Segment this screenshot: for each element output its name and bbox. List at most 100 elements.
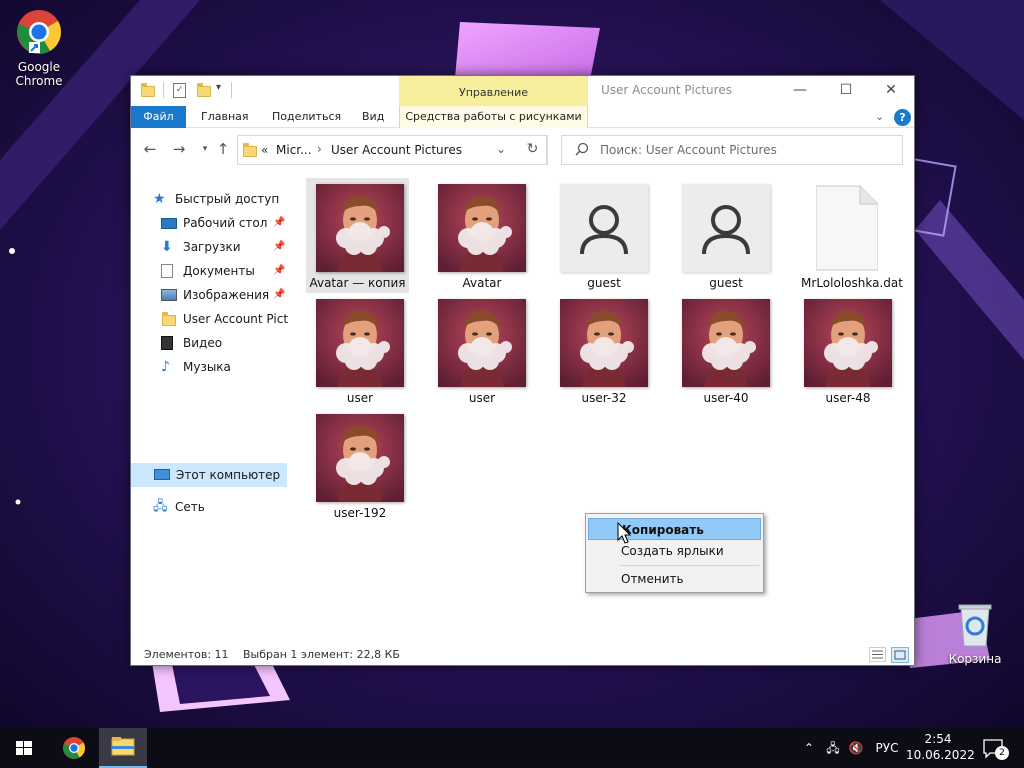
sidebar-item-label: Рабочий стол [183, 216, 268, 230]
search-input[interactable] [600, 141, 890, 159]
action-center-icon[interactable]: 2 [976, 728, 1014, 768]
file-name: Avatar [462, 276, 502, 290]
breadcrumb-current[interactable]: User Account Pictures [331, 143, 462, 157]
item-count: Элементов: 11 [144, 648, 229, 661]
details-view-icon[interactable] [869, 647, 886, 662]
music-icon: ♪ [161, 359, 170, 375]
file-item[interactable]: MrLololoshka.dat [794, 178, 910, 293]
pin-icon: 📌 [273, 241, 286, 252]
breadcrumb-segment[interactable]: Micr... [276, 143, 312, 157]
file-name: user-192 [333, 506, 387, 520]
large-icons-view-icon[interactable] [891, 647, 909, 663]
properties-icon[interactable]: ✓ [173, 83, 186, 98]
avatar-thumbnail [316, 414, 404, 502]
address-bar[interactable]: « Micr... › User Account Pictures ⌄ [237, 135, 548, 165]
file-item[interactable]: Avatar — копия [306, 178, 409, 293]
sidebar-item-label: Видео [183, 336, 223, 350]
notification-count: 2 [995, 746, 1009, 760]
start-button[interactable] [0, 728, 48, 768]
menu-item-cancel[interactable]: Отменить [588, 568, 761, 590]
file-item[interactable]: user-40 [672, 293, 790, 408]
file-item[interactable]: user [306, 293, 424, 408]
network-icon[interactable]: 🖧 [822, 728, 844, 768]
generic-file-icon [816, 184, 878, 272]
file-name: user-40 [703, 391, 749, 405]
user-silhouette-icon [580, 205, 628, 255]
windows-logo-icon [16, 741, 32, 755]
avatar-thumbnail [682, 299, 770, 387]
pin-icon: 📌 [273, 217, 286, 228]
pin-icon: 📌 [273, 265, 286, 276]
file-item[interactable]: guest [550, 178, 668, 293]
sidebar-item-this-pc[interactable]: Этот компьютер [131, 463, 287, 487]
file-item[interactable]: guest [672, 178, 790, 293]
guest-thumbnail [560, 184, 648, 272]
back-arrow-icon[interactable]: ← [140, 140, 160, 160]
tab-picture-tools[interactable]: Средства работы с рисунками [399, 106, 588, 128]
help-icon[interactable]: ? [894, 109, 911, 126]
avatar-thumbnail [316, 299, 404, 387]
sidebar-item-user-account-pictures[interactable]: User Account Pictur [161, 307, 289, 331]
file-item[interactable]: Avatar [428, 178, 546, 293]
user-silhouette-icon [702, 205, 750, 255]
sidebar-item-label: User Account Pictur [183, 312, 289, 326]
show-hidden-icons-icon[interactable]: ⌃ [796, 728, 822, 768]
customize-qat-icon[interactable]: ▾ [216, 82, 221, 93]
refresh-icon[interactable]: ↻ [519, 135, 547, 165]
file-name: user [468, 391, 496, 405]
up-arrow-icon[interactable]: ↑ [213, 140, 233, 160]
tab-share[interactable]: Поделиться [272, 106, 341, 128]
sidebar-item-label: Музыка [183, 360, 231, 374]
sidebar-item-desktop[interactable]: Рабочий стол 📌 [161, 211, 299, 235]
sidebar-item-quick-access[interactable]: ★ Быстрый доступ [153, 187, 299, 211]
clock[interactable]: 2:54 10.06.2022 [906, 731, 975, 765]
breadcrumb-chevron-icon[interactable]: › [317, 142, 322, 156]
desktop-icon-chrome[interactable]: Google Chrome [1, 8, 77, 88]
clock-date: 10.06.2022 [906, 748, 975, 762]
language-indicator[interactable]: РУС [868, 728, 906, 768]
tab-home[interactable]: Главная [201, 106, 249, 128]
volume-muted-icon[interactable]: 🔇 [844, 728, 868, 768]
file-name: Avatar — копия [309, 276, 406, 290]
sidebar-item-network[interactable]: 🖧 Сеть [153, 495, 299, 519]
new-folder-icon[interactable] [197, 83, 211, 97]
sidebar-item-label: Изображения [183, 288, 270, 302]
desktop-icon-recycle-bin[interactable]: Корзина [937, 600, 1013, 666]
sidebar-item-documents[interactable]: Документы 📌 [161, 259, 299, 283]
search-icon [575, 142, 589, 159]
close-button[interactable]: ✕ [868, 76, 914, 106]
sidebar-item-video[interactable]: Видео [161, 331, 299, 355]
qat-separator [163, 82, 164, 98]
taskbar-file-explorer[interactable] [99, 728, 147, 768]
tab-manage[interactable]: Управление [399, 76, 588, 106]
collapse-ribbon-icon[interactable]: ⌄ [875, 106, 884, 128]
navigation-bar: ← → ▾ ↑ « Micr... › User Account Picture… [131, 128, 914, 170]
file-item[interactable]: user [428, 293, 546, 408]
taskbar: ⌃ 🖧 🔇 РУС 2:54 10.06.2022 2 [0, 728, 1024, 768]
tab-view[interactable]: Вид [362, 106, 384, 128]
pin-icon: 📌 [273, 289, 286, 300]
file-item[interactable]: user-48 [794, 293, 912, 408]
minimize-button[interactable]: — [777, 76, 823, 106]
sidebar-item-pictures[interactable]: Изображения 📌 [161, 283, 299, 307]
menu-item-create-shortcuts[interactable]: Создать ярлыки [588, 540, 761, 562]
taskbar-chrome[interactable] [50, 728, 98, 768]
menu-item-copy[interactable]: Копировать [588, 518, 761, 540]
sidebar-item-music[interactable]: ♪ Музыка [161, 355, 299, 379]
maximize-button[interactable]: ☐ [823, 76, 869, 106]
file-item[interactable]: user-192 [306, 408, 424, 523]
mouse-cursor-icon [617, 522, 631, 544]
forward-arrow-icon[interactable]: → [169, 140, 189, 160]
file-item[interactable]: user-32 [550, 293, 668, 408]
navigation-pane: ★ Быстрый доступ Рабочий стол 📌 ⬇ Загруз… [131, 170, 301, 636]
clock-time: 2:54 [924, 732, 952, 746]
address-dropdown-icon[interactable]: ⌄ [496, 142, 506, 156]
computer-icon [154, 469, 170, 480]
sidebar-item-downloads[interactable]: ⬇ Загрузки 📌 [161, 235, 299, 259]
chrome-icon [63, 737, 85, 759]
chrome-icon [15, 8, 63, 56]
desktop-icon-label: Google Chrome [15, 60, 63, 88]
recent-locations-icon[interactable]: ▾ [195, 140, 215, 160]
breadcrumb-overflow[interactable]: « [261, 143, 268, 157]
tab-file[interactable]: Файл [131, 106, 186, 128]
